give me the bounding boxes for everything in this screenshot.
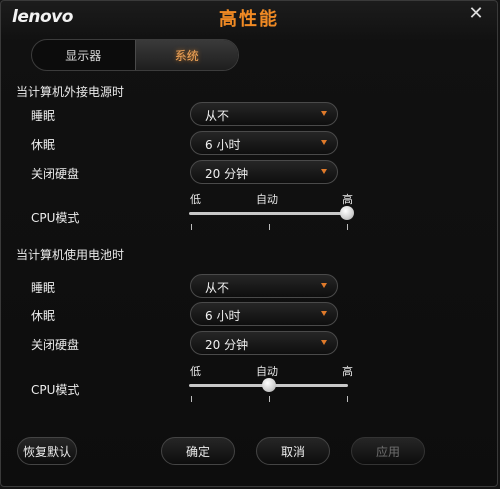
battery-sleep-label: 睡眠 (31, 281, 56, 295)
ac-hibernate-label: 休眠 (31, 138, 56, 152)
ac-disk-label: 关闭硬盘 (31, 167, 80, 181)
ac-disk-dropdown[interactable]: 20 分钟 (190, 160, 338, 184)
chevron-down-icon (321, 311, 327, 316)
ac-cpu-slider: 低 自动 高 (187, 191, 354, 239)
ac-cpu-thumb[interactable] (340, 206, 354, 220)
battery-cpu-tick-low (191, 396, 192, 402)
ac-sleep-value: 从不 (205, 109, 230, 123)
battery-section-heading: 当计算机使用电池时 (16, 248, 125, 262)
ok-button[interactable]: 确定 (161, 437, 235, 465)
power-settings-window: lenovo 高性能 ✕ 显示器 系统 当计算机外接电源时 睡眠 从不 休眠 6… (0, 0, 498, 487)
ac-cpu-tick-auto (269, 224, 270, 230)
battery-cpu-tick-auto (269, 396, 270, 402)
battery-sleep-dropdown[interactable]: 从不 (190, 274, 338, 298)
ac-disk-value: 20 分钟 (205, 167, 249, 181)
ac-section-heading: 当计算机外接电源时 (16, 85, 125, 99)
close-icon[interactable]: ✕ (467, 5, 485, 23)
ac-hibernate-value: 6 小时 (205, 138, 241, 152)
ac-cpu-label: CPU模式 (31, 211, 80, 225)
ac-sleep-label: 睡眠 (31, 109, 56, 123)
window-title: 高性能 (219, 9, 279, 30)
battery-disk-value: 20 分钟 (205, 338, 249, 352)
battery-disk-label: 关闭硬盘 (31, 338, 80, 352)
ac-cpu-high-label: 高 (342, 193, 353, 206)
battery-hibernate-label: 休眠 (31, 309, 56, 323)
chevron-down-icon (321, 169, 327, 174)
battery-hibernate-value: 6 小时 (205, 309, 241, 323)
ac-cpu-track[interactable] (189, 212, 348, 215)
ac-sleep-dropdown[interactable]: 从不 (190, 102, 338, 126)
tab-display[interactable]: 显示器 (32, 40, 135, 70)
battery-cpu-label: CPU模式 (31, 383, 80, 397)
battery-cpu-tick-high (347, 396, 348, 402)
battery-cpu-thumb[interactable] (262, 378, 276, 392)
tab-bar: 显示器 系统 (31, 39, 239, 71)
ac-cpu-auto-label: 自动 (256, 193, 278, 206)
chevron-down-icon (321, 340, 327, 345)
apply-button: 应用 (351, 437, 425, 465)
battery-disk-dropdown[interactable]: 20 分钟 (190, 331, 338, 355)
battery-hibernate-dropdown[interactable]: 6 小时 (190, 302, 338, 326)
chevron-down-icon (321, 111, 327, 116)
tab-system[interactable]: 系统 (134, 40, 238, 70)
ac-hibernate-dropdown[interactable]: 6 小时 (190, 131, 338, 155)
battery-cpu-auto-label: 自动 (256, 365, 278, 378)
battery-cpu-low-label: 低 (190, 365, 201, 378)
ac-cpu-low-label: 低 (190, 193, 201, 206)
cancel-button[interactable]: 取消 (256, 437, 330, 465)
ac-cpu-tick-high (347, 224, 348, 230)
restore-defaults-button[interactable]: 恢复默认 (17, 437, 77, 465)
battery-sleep-value: 从不 (205, 281, 230, 295)
battery-cpu-slider: 低 自动 高 (187, 363, 353, 411)
ac-cpu-tick-low (191, 224, 192, 230)
chevron-down-icon (321, 140, 327, 145)
battery-cpu-high-label: 高 (342, 365, 353, 378)
chevron-down-icon (321, 283, 327, 288)
